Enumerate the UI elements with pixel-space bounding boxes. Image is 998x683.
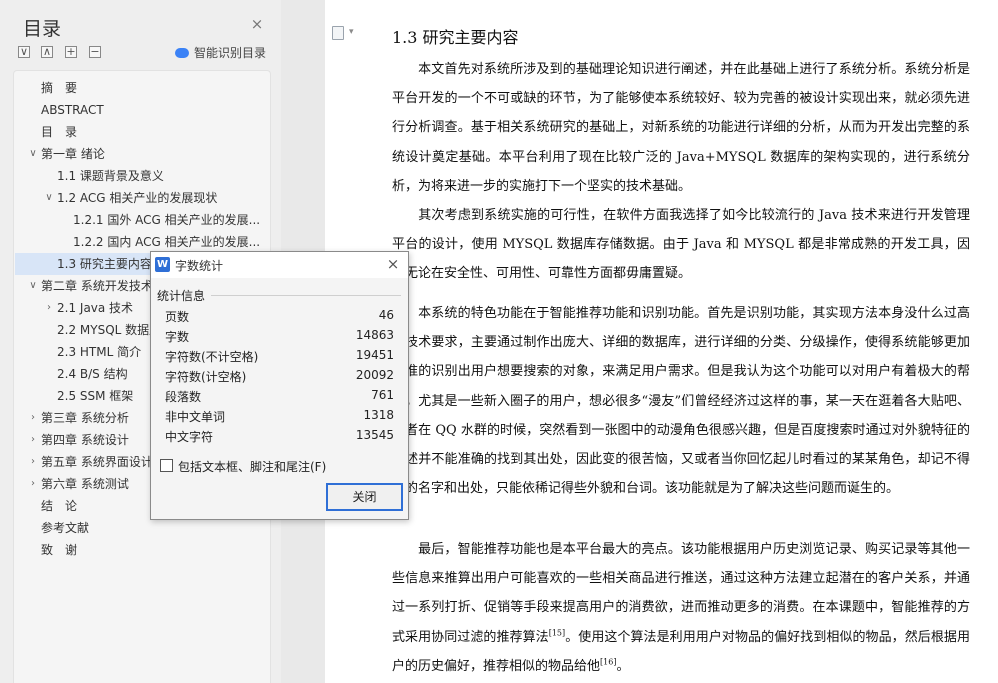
paragraph-text: 本系统的特色功能在于智能推荐功能和识别功能。首先是识别功能，其实现方法本身没什么… <box>392 306 970 497</box>
dialog-titlebar: W 字数统计 × <box>151 252 408 278</box>
paragraph-text: 本文首先对系统所涉及到的基础理论知识进行阐述，并在此基础上进行了系统分析。系统分… <box>392 62 970 194</box>
stats-section-label: 统计信息 <box>157 289 206 303</box>
chevron-down-icon[interactable]: ▾ <box>349 27 354 37</box>
stat-value: 19451 <box>355 348 394 362</box>
dialog-close-icon[interactable]: × <box>384 255 402 273</box>
toc-item[interactable]: ABSTRACT <box>15 99 271 121</box>
chevron-right-icon[interactable]: › <box>43 297 55 319</box>
add-heading-icon[interactable]: + <box>65 46 77 58</box>
toc-item[interactable]: 1.2.2 国内 ACG 相关产业的发展... <box>15 231 271 253</box>
toc-item-label: 参考文献 <box>41 521 90 535</box>
paragraph-4: 最后，智能推荐功能也是本平台最大的亮点。该功能根据用户历史浏览记录、购买记录等其… <box>392 535 970 681</box>
chevron-down-icon[interactable]: ∨ <box>43 187 55 209</box>
section-heading: 1.3 研究主要内容 <box>392 28 519 47</box>
document-icon[interactable] <box>332 26 344 40</box>
toc-item-label: 1.2 ACG 相关产业的发展现状 <box>57 191 218 205</box>
chevron-right-icon[interactable]: › <box>27 451 39 473</box>
divider <box>211 295 401 296</box>
sidebar-close-icon[interactable]: × <box>248 15 266 33</box>
toc-item[interactable]: ∨ 1.2 ACG 相关产业的发展现状 <box>15 187 271 209</box>
cloud-icon <box>175 48 189 58</box>
stat-value: 20092 <box>355 368 394 382</box>
toc-item-label: 摘 要 <box>41 81 78 95</box>
chevron-down-icon[interactable]: ∨ <box>27 275 39 297</box>
stat-value: 13545 <box>355 428 394 442</box>
citation-15: [15] <box>548 628 566 638</box>
toc-item-label: 目 录 <box>41 125 78 139</box>
toc-item[interactable]: ∨ 第一章 绪论 <box>15 143 271 165</box>
toc-item-label: 1.1 课题背景及意义 <box>57 169 164 183</box>
toc-item[interactable]: 1.1 课题背景及意义 <box>15 165 271 187</box>
toc-item[interactable]: 参考文献 <box>15 517 271 539</box>
paragraph-text: 其次考虑到系统实施的可行性，在软件方面我选择了如今比较流行的 Java 技术来进… <box>392 208 970 282</box>
word-count-dialog: W 字数统计 × 统计信息 页数 46 字数 14863 字符数(不计空格) 19451 字… <box>150 251 409 520</box>
paragraph-2: 其次考虑到系统实施的可行性，在软件方面我选择了如今比较流行的 Java 技术来进… <box>392 201 970 289</box>
stat-value: 46 <box>378 308 394 322</box>
stat-label: 字符数(不计空格) <box>165 350 259 364</box>
toc-item-label: 1.2.2 国内 ACG 相关产业的发展... <box>73 235 261 249</box>
citation-16: [16] <box>600 657 617 667</box>
checkbox-label[interactable]: 包括文本框、脚注和尾注(F) <box>178 458 326 475</box>
stat-label: 字数 <box>165 330 190 344</box>
stat-label: 中文字符 <box>165 430 214 444</box>
chevron-right-icon[interactable]: › <box>27 429 39 451</box>
dialog-title: 字数统计 <box>175 259 224 273</box>
sidebar-title: 目录 <box>23 18 62 40</box>
smart-toc-button[interactable]: 智能识别目录 <box>175 44 266 61</box>
close-button[interactable]: 关闭 <box>326 483 403 511</box>
toc-item-label: 第一章 绪论 <box>41 147 105 161</box>
stat-value: 761 <box>371 388 394 402</box>
stat-label: 段落数 <box>165 390 202 404</box>
include-textbox-checkbox[interactable] <box>160 459 173 472</box>
stat-label: 字符数(计空格) <box>165 370 247 384</box>
paragraph-text: 。 <box>616 658 630 674</box>
toc-item-label: 致 谢 <box>41 543 78 557</box>
expand-all-icon[interactable]: ∧ <box>41 46 53 58</box>
paragraph-1: 本文首先对系统所涉及到的基础理论知识进行阐述，并在此基础上进行了系统分析。系统分… <box>392 55 970 201</box>
chevron-right-icon[interactable]: › <box>27 473 39 495</box>
toc-item[interactable]: 摘 要 <box>15 77 271 99</box>
wps-writer-icon: W <box>155 257 170 272</box>
toc-item[interactable]: 致 谢 <box>15 539 271 561</box>
toc-item[interactable]: 目 录 <box>15 121 271 143</box>
paragraph-3: 本系统的特色功能在于智能推荐功能和识别功能。首先是识别功能，其实现方法本身没什么… <box>392 299 970 503</box>
toc-item[interactable]: 1.2.1 国外 ACG 相关产业的发展... <box>15 209 271 231</box>
stat-label: 页数 <box>165 310 190 324</box>
collapse-all-icon[interactable]: ∨ <box>18 46 30 58</box>
stat-label: 非中文单词 <box>165 410 226 424</box>
stat-value: 14863 <box>355 328 394 342</box>
chevron-right-icon[interactable]: › <box>27 407 39 429</box>
remove-heading-icon[interactable]: − <box>89 46 101 58</box>
toc-item-label: ABSTRACT <box>41 103 104 117</box>
chevron-down-icon[interactable]: ∨ <box>27 143 39 165</box>
smart-toc-label: 智能识别目录 <box>194 46 267 60</box>
stat-value: 1318 <box>363 408 394 422</box>
toc-item-label: 1.2.1 国外 ACG 相关产业的发展... <box>73 213 261 227</box>
